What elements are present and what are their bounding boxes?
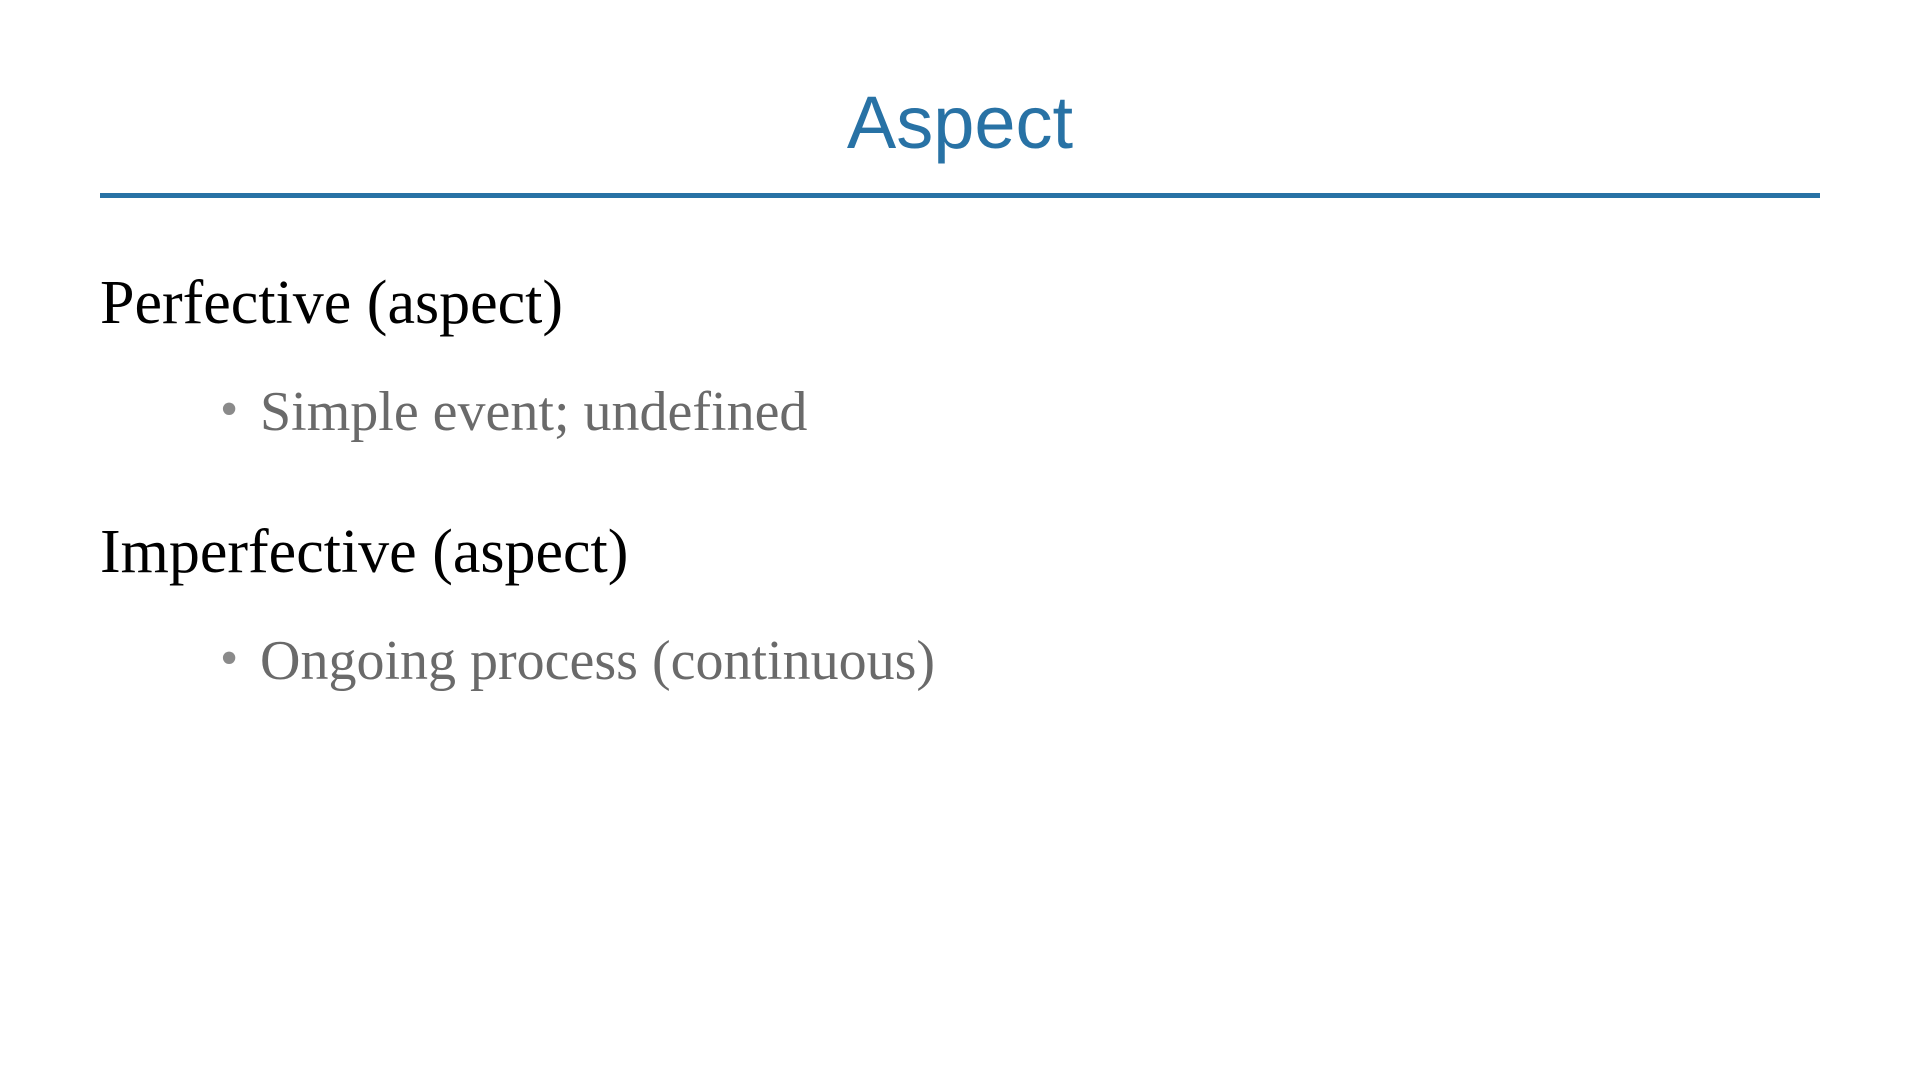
slide-content: Perfective (aspect) Simple event; undefi… — [100, 198, 1820, 696]
section-heading: Imperfective (aspect) — [100, 517, 1820, 588]
slide: Aspect Perfective (aspect) Simple event;… — [0, 0, 1920, 1080]
bullet-list: Simple event; undefined — [100, 377, 1820, 447]
list-item: Simple event; undefined — [100, 377, 1820, 447]
bullet-list: Ongoing process (continuous) — [100, 626, 1820, 696]
slide-title: Aspect — [100, 80, 1820, 193]
section-heading: Perfective (aspect) — [100, 268, 1820, 339]
list-item: Ongoing process (continuous) — [100, 626, 1820, 696]
